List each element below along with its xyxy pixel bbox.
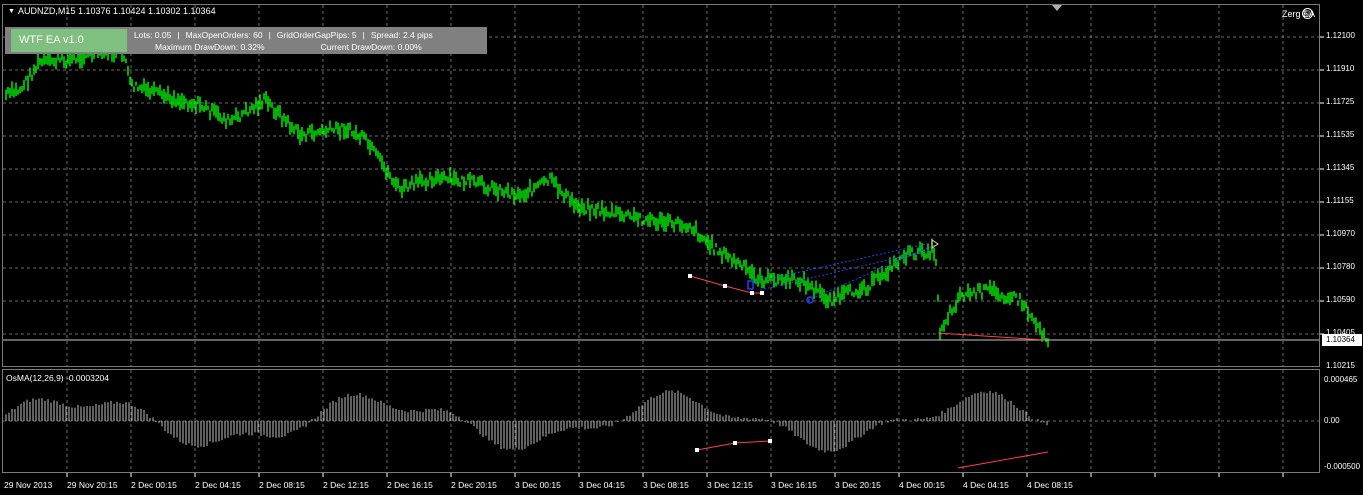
time-axis-label: 29 Nov 2013 <box>4 480 53 490</box>
ea-badge[interactable]: WTF EA v1.0 <box>11 29 127 52</box>
osma-axis-label: 0.000465 <box>1324 375 1358 384</box>
time-axis-label: 4 Dec 08:15 <box>1027 480 1073 490</box>
chart-window[interactable]: ▼ AUDNZD,M15 1.10376 1.10424 1.10302 1.10… <box>0 0 1363 495</box>
separator: | <box>177 30 180 40</box>
price-axis-label: 1.10780 <box>1326 262 1355 271</box>
time-axis-label: 4 Dec 04:15 <box>963 480 1009 490</box>
time-axis-label: 3 Dec 08:15 <box>643 480 689 490</box>
time-axis-label: 2 Dec 04:15 <box>195 480 241 490</box>
triangle-down-icon[interactable]: ▼ <box>8 8 15 15</box>
ea-info-panel: WTF EA v1.0 Lots: 0.05 | MaxOpenOrders: 60… <box>5 27 487 54</box>
current-price-tag: 1.10364 <box>1322 334 1362 346</box>
order-marker <box>747 280 754 290</box>
max-drawdown-label: Maximum DrawDown: 0.32% <box>155 42 265 52</box>
time-axis-label: 2 Dec 12:15 <box>323 480 369 490</box>
separator: | <box>362 30 365 40</box>
time-axis-label: 4 Dec 00:15 <box>899 480 945 490</box>
divergence-marker <box>688 274 692 278</box>
drawdown-line: Maximum DrawDown: 0.32% Current DrawDown:… <box>155 42 422 52</box>
ea-settings-line: Lots: 0.05 | MaxOpenOrders: 60 | GridOrderGa… <box>134 30 433 40</box>
price-axis-label: 1.10970 <box>1326 229 1355 238</box>
time-axis-label: 2 Dec 08:15 <box>259 480 305 490</box>
current-drawdown-label: Current DrawDown: 0.00% <box>320 42 422 52</box>
price-axis-label: 1.11155 <box>1326 196 1354 205</box>
osma-divergence-marker <box>733 441 737 445</box>
osma-divergence-marker <box>768 439 772 443</box>
max-open-orders-label: MaxOpenOrders: 60 <box>185 30 263 40</box>
divergence-marker <box>750 291 754 295</box>
chart-canvas[interactable] <box>0 0 1363 495</box>
time-axis-label: 2 Dec 00:15 <box>131 480 177 490</box>
smiley-icon[interactable]: ☺ <box>1302 8 1313 19</box>
symbol-info: AUDNZD,M15 1.10376 1.10424 1.10302 1.103… <box>17 6 216 16</box>
divergence-marker <box>723 284 727 288</box>
osma-divergence-line <box>957 451 1049 469</box>
osma-title: OsMA(12,26,9) -0.0003204 <box>6 373 110 383</box>
separator: | <box>268 30 271 40</box>
spread-label: Spread: 2.4 pips <box>370 30 433 40</box>
order-line <box>807 244 936 301</box>
lots-label: Lots: 0.05 <box>134 30 172 40</box>
price-axis-label: 1.11345 <box>1326 163 1355 172</box>
time-axis-label: 2 Dec 20:15 <box>451 480 497 490</box>
osma-axis-label: -0.000500 <box>1324 462 1361 471</box>
order-marker <box>931 239 939 249</box>
divergence-line <box>937 332 1046 341</box>
price-axis-label: 1.12100 <box>1326 31 1355 40</box>
price-axis-label: 1.10590 <box>1326 295 1355 304</box>
osma-axis-label: 0.00 <box>1324 416 1340 425</box>
price-axis-label: 1.11725 <box>1326 97 1355 106</box>
symbol-header: ▼ AUDNZD,M15 1.10376 1.10424 1.10302 1.10… <box>8 6 216 16</box>
scroll-marker-icon[interactable] <box>1052 5 1062 11</box>
time-axis-label: 3 Dec 20:15 <box>835 480 881 490</box>
time-axis-label: 3 Dec 12:15 <box>707 480 753 490</box>
osma-divergence-marker <box>695 448 699 452</box>
time-axis-label: 3 Dec 04:15 <box>579 480 625 490</box>
divergence-marker <box>760 291 764 295</box>
time-axis-label: 2 Dec 16:15 <box>387 480 433 490</box>
grid-gap-label: GridOrderGapPips: 5 <box>276 30 357 40</box>
time-axis-label: 3 Dec 00:15 <box>515 480 561 490</box>
time-axis-label: 29 Nov 20:15 <box>67 480 118 490</box>
time-axis-label: 3 Dec 16:15 <box>771 480 817 490</box>
price-axis-label: 1.11535 <box>1326 130 1355 139</box>
price-axis-label: 1.11910 <box>1326 64 1355 73</box>
order-marker <box>806 296 814 304</box>
price-axis-label: 1.10215 <box>1326 361 1355 370</box>
